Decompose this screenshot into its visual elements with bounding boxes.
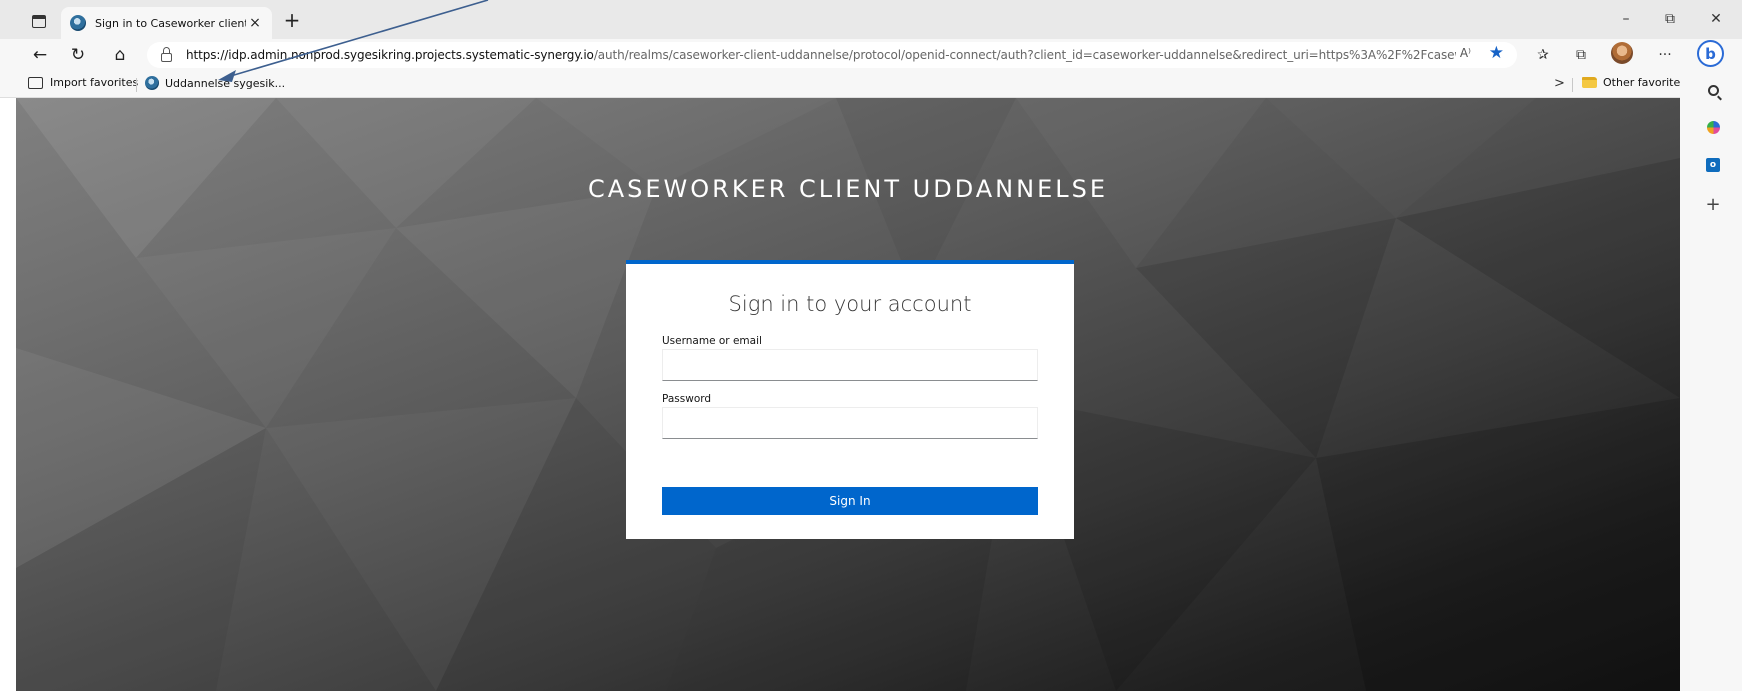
read-aloud-icon[interactable]: A⁾ — [1460, 46, 1471, 60]
bookmark-uddannelse[interactable]: Uddannelse sygesik... — [145, 76, 285, 90]
url-text[interactable]: https://idp.admin.nonprod.sygesikring.pr… — [186, 48, 1456, 62]
url-host: https://idp.admin.nonprod.sygesikring.pr… — [186, 48, 594, 62]
tab-actions-icon — [32, 14, 46, 28]
login-heading: Sign in to your account — [728, 292, 972, 316]
active-tab[interactable]: Sign in to Caseworker client udd… × — [61, 7, 272, 39]
collections-icon[interactable]: ⧉ — [1568, 43, 1594, 67]
favorites-divider — [136, 78, 137, 92]
lock-icon[interactable] — [161, 46, 172, 62]
edge-sidebar: o + — [1680, 71, 1742, 691]
import-icon — [28, 76, 43, 89]
home-icon[interactable]: ⌂ — [106, 43, 134, 67]
tab-title: Sign in to Caseworker client udd… — [95, 16, 246, 30]
favorite-star-icon[interactable]: ★ — [1489, 43, 1504, 63]
address-bar[interactable]: https://idp.admin.nonprod.sygesikring.pr… — [147, 42, 1517, 68]
import-favorites-link[interactable]: Import favorites — [28, 76, 138, 89]
login-card: Sign in to your account Username or emai… — [626, 260, 1074, 539]
back-arrow-icon[interactable]: ← — [26, 43, 54, 67]
minimize-button[interactable]: – — [1608, 11, 1644, 27]
password-input[interactable] — [662, 407, 1038, 439]
refresh-icon[interactable]: ↻ — [64, 43, 92, 67]
favorites-divider-right — [1572, 78, 1573, 92]
import-favorites-label: Import favorites — [50, 76, 139, 89]
sidebar-outlook-icon[interactable]: o — [1704, 156, 1722, 174]
tab-actions-menu-button[interactable] — [20, 9, 58, 33]
new-tab-button[interactable]: + — [280, 9, 304, 33]
bookmark-label: Uddannelse sygesik... — [165, 76, 286, 90]
bookmark-favicon-icon — [145, 76, 159, 90]
sidebar-search-icon[interactable] — [1704, 81, 1722, 99]
login-page-background: CASEWORKER CLIENT UDDANNELSE Sign in to … — [16, 98, 1680, 691]
username-label: Username or email — [662, 335, 762, 347]
url-path: /auth/realms/caseworker-client-uddannels… — [593, 48, 1456, 62]
profile-avatar[interactable] — [1611, 42, 1633, 64]
favorites-bar: Import favorites Uddannelse sygesik... >… — [0, 71, 1686, 98]
tab-close-icon[interactable]: × — [246, 15, 264, 31]
browser-title-bar: Sign in to Caseworker client udd… × + – … — [0, 0, 1742, 39]
folder-icon — [1582, 77, 1597, 88]
other-favorites-folder[interactable]: Other favorites — [1582, 76, 1686, 89]
favorites-icon[interactable]: ✰ — [1530, 43, 1556, 67]
username-input[interactable] — [662, 349, 1038, 381]
more-options-icon[interactable]: ··· — [1652, 43, 1678, 67]
more-favorites-chevron-icon[interactable]: > — [1554, 76, 1565, 91]
site-favicon-icon — [70, 15, 86, 31]
realm-title: CASEWORKER CLIENT UDDANNELSE — [587, 175, 1109, 203]
copilot-icon[interactable]: b — [1697, 40, 1724, 67]
password-label: Password — [662, 393, 712, 405]
navigation-toolbar: ← ↻ ⌂ https://idp.admin.nonprod.sygesikr… — [0, 39, 1742, 71]
restore-button[interactable]: ⧉ — [1652, 11, 1688, 27]
window-close-button[interactable]: ✕ — [1698, 11, 1734, 27]
other-favorites-label: Other favorites — [1603, 76, 1686, 89]
sign-in-button[interactable]: Sign In — [662, 487, 1038, 515]
sidebar-shopping-icon[interactable] — [1704, 118, 1722, 136]
sidebar-add-icon[interactable]: + — [1704, 194, 1722, 215]
